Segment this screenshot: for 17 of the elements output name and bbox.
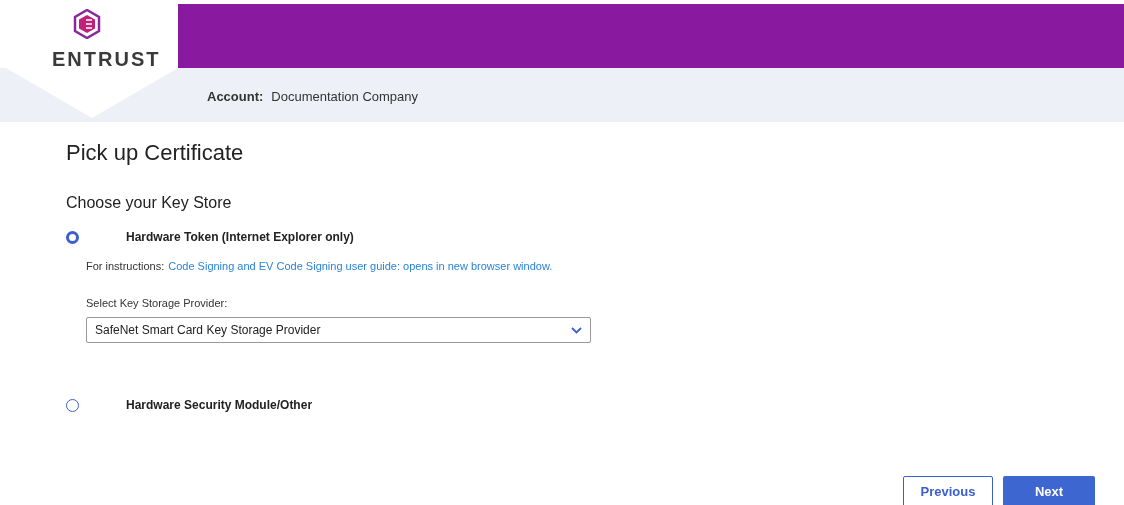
previous-button[interactable]: Previous — [903, 476, 993, 505]
logo-icon — [73, 9, 101, 39]
logo-text: ENTRUST — [52, 47, 161, 72]
select-label: Select Key Storage Provider: — [86, 295, 229, 311]
instructions-text: For instructions: — [86, 259, 165, 274]
radio-button[interactable] — [66, 398, 79, 412]
page-title: Pick up Certificate — [66, 139, 245, 167]
account-label: Account: — [207, 88, 264, 106]
section-title: Choose your Key Store — [66, 193, 233, 213]
account-name: Documentation Company — [271, 88, 419, 106]
option-label[interactable]: Hardware Security Module/Other — [126, 396, 313, 414]
option-label[interactable]: Hardware Token (Internet Explorer only) — [126, 228, 354, 246]
next-button[interactable]: Next — [1003, 476, 1095, 505]
guide-link[interactable]: Code Signing and EV Code Signing user guide: opens in new browser window. — [168, 258, 553, 275]
provider-dropdown[interactable]: SafeNet Smart Card Key Storage Provider — [86, 317, 591, 343]
chevron-down-icon — [571, 326, 582, 334]
radio-button[interactable] — [66, 230, 79, 244]
